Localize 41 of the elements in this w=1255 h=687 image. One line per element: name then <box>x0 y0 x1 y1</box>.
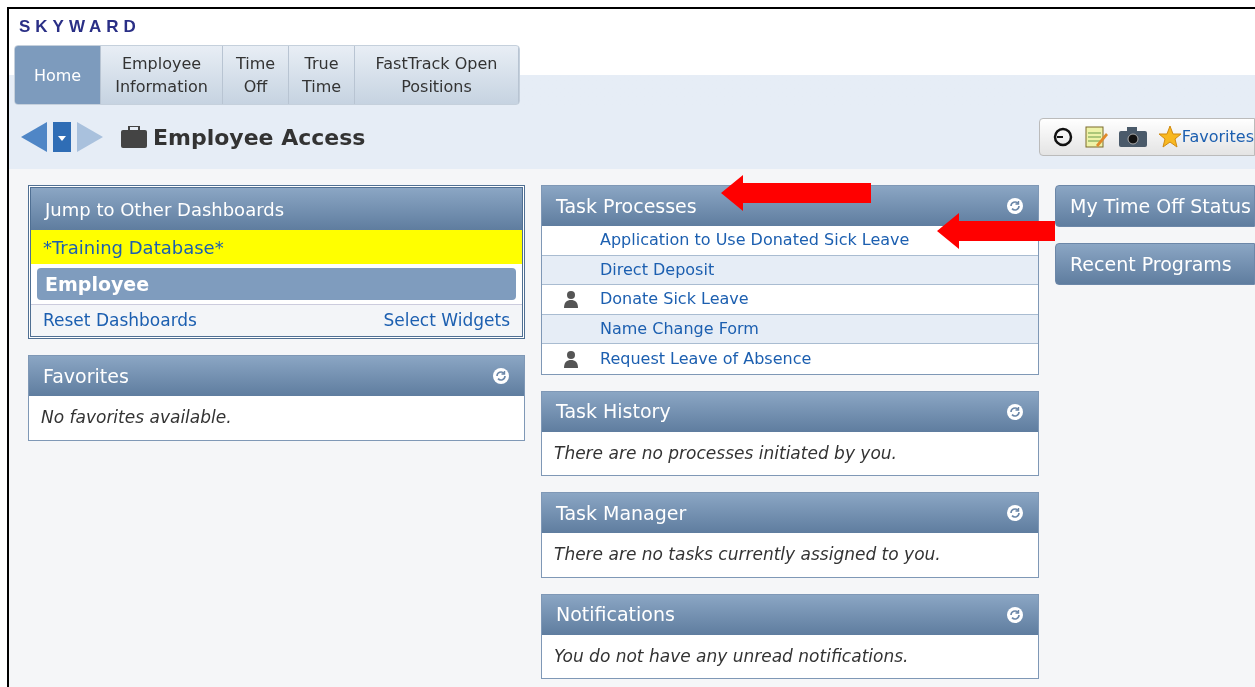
nav-tab[interactable]: Time Off <box>223 46 289 104</box>
person-icon <box>563 290 579 309</box>
nav-tab[interactable]: Employee Information <box>101 46 223 104</box>
task-link[interactable]: Name Change Form <box>600 316 759 341</box>
empty-message: No favorites available. <box>40 406 233 429</box>
refresh-icon[interactable] <box>492 367 510 385</box>
panel-link[interactable]: Reset Dashboards <box>43 307 197 334</box>
dropdown-icon[interactable] <box>53 122 71 152</box>
task-link[interactable]: Direct Deposit <box>600 257 715 282</box>
dashboard-item[interactable]: *Training Database* <box>31 230 522 264</box>
task-link[interactable]: Request Leave of Absence <box>600 346 812 371</box>
person-icon <box>563 349 579 368</box>
refresh-icon[interactable] <box>1006 605 1024 624</box>
refresh-icon[interactable] <box>1006 504 1024 522</box>
panel-title: My Time Off Status <box>1070 193 1251 219</box>
clock-icon[interactable] <box>1051 126 1074 148</box>
panel-title: Task Processes <box>556 193 697 219</box>
page-title: Employee Access <box>153 123 366 152</box>
panel-title: Favorites <box>43 363 129 389</box>
logo[interactable]: SKYWARD <box>19 14 141 40</box>
empty-message: There are no processes initiated by you. <box>553 441 898 465</box>
star-icon[interactable] <box>1157 125 1182 149</box>
refresh-icon[interactable] <box>1006 197 1024 215</box>
panel-title: Task History <box>556 399 671 425</box>
panel-link[interactable]: Select Widgets <box>383 307 510 334</box>
empty-message: You do not have any unread notifications. <box>553 644 910 668</box>
panel-title: Task Manager <box>556 500 687 526</box>
panel-title: Jump to Other Dashboards <box>45 197 285 222</box>
refresh-icon[interactable] <box>1006 402 1024 421</box>
briefcase-icon <box>121 126 147 148</box>
notepad-icon[interactable] <box>1083 125 1108 149</box>
panel-title: Notifications <box>556 602 675 628</box>
nav-tab[interactable]: True Time <box>289 46 355 104</box>
task-link[interactable]: Application to Use Donated Sick Leave <box>600 228 910 253</box>
favorites-link[interactable]: Favorites <box>1181 125 1254 149</box>
task-link[interactable]: Donate Sick Leave <box>600 287 749 312</box>
camera-icon[interactable] <box>1117 126 1148 148</box>
empty-message: There are no tasks currently assigned to you. <box>553 543 942 566</box>
panel-title: Recent Programs <box>1070 251 1232 277</box>
back-arrow-icon[interactable] <box>21 122 47 152</box>
nav-tab[interactable]: FastTrack Open Positions <box>355 46 519 104</box>
